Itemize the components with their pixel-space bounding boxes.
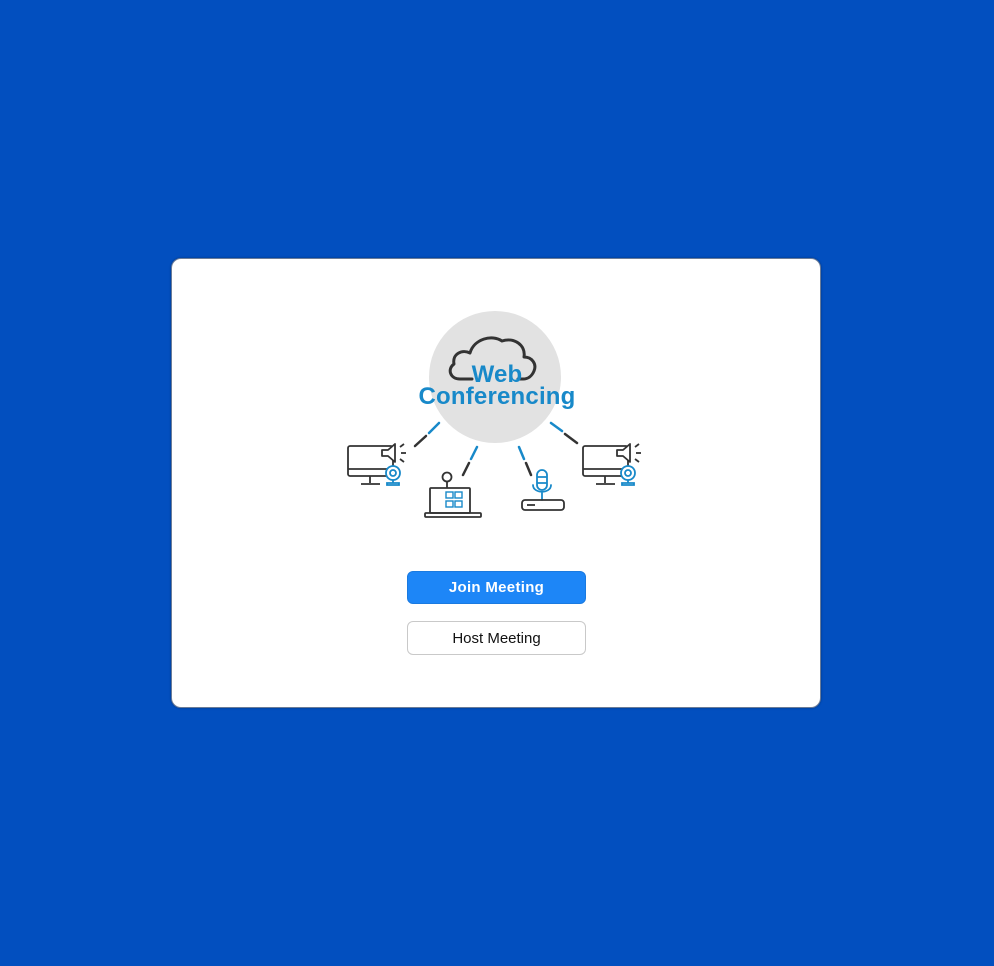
mic-base-icon: [521, 499, 565, 511]
chat-icon: [445, 491, 463, 508]
microphone-icon: [532, 469, 552, 501]
webcam-left-icon: [385, 465, 401, 486]
welcome-dialog: Web Conferencing Join Meeting Host Meeti…: [171, 258, 821, 708]
logo-text-conferencing: Conferencing: [418, 383, 576, 410]
host-meeting-button[interactable]: Host Meeting: [407, 621, 586, 655]
join-meeting-button[interactable]: Join Meeting: [407, 571, 586, 604]
webcam-right-icon: [620, 465, 636, 486]
illustration-graphic: [347, 311, 641, 518]
web-conferencing-illustration: Web Conferencing: [342, 307, 652, 522]
